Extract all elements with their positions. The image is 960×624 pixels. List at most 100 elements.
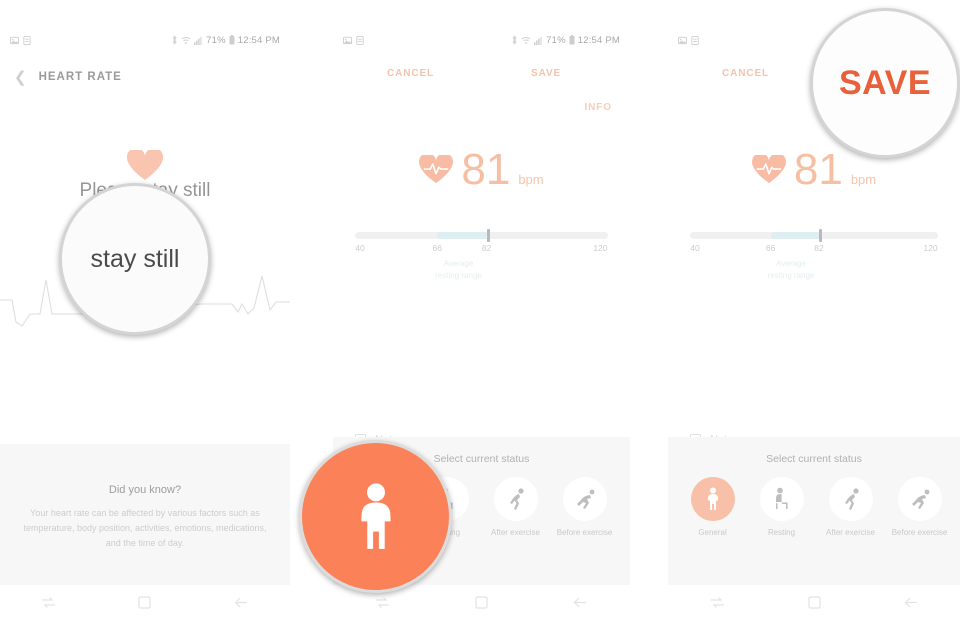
document-icon: [23, 35, 31, 45]
magnifier-stay-still: stay still: [59, 183, 211, 335]
document-icon: [356, 35, 364, 45]
image-icon: [678, 36, 687, 45]
bluetooth-icon: [171, 35, 178, 45]
status-selector-title: Select current status: [766, 453, 862, 465]
heart-rate-reading: 81 bpm 40 66 82 120 Average resting rang…: [668, 145, 960, 446]
status-item-before-exercise[interactable]: Before exercise: [889, 477, 950, 539]
screenshot-stage: 71% 12:54 PM ❮ HEART RATE Please stay st…: [0, 0, 960, 624]
magnifier-general-status[interactable]: [299, 440, 452, 593]
tick-current: 82: [481, 243, 492, 253]
status-bar: 71% 12:54 PM: [0, 32, 290, 48]
resting-range-slider[interactable]: 40 66 82 120 Average resting range: [355, 229, 608, 282]
action-row: CANCEL SAVE INFO: [333, 62, 630, 113]
stretching-person-icon: [844, 488, 859, 510]
tick-current: 82: [814, 243, 824, 253]
info-button[interactable]: INFO: [585, 102, 613, 113]
status-item-after-exercise[interactable]: After exercise: [485, 477, 546, 539]
tick-max: 120: [923, 243, 938, 253]
tick-range-low: 66: [765, 243, 776, 253]
signal-icon: [194, 36, 203, 45]
magnifier-stay-still-label: stay still: [90, 244, 180, 273]
bpm-unit: bpm: [850, 172, 877, 187]
wifi-icon: [521, 36, 531, 45]
status-selector: Select current status General Resting: [668, 437, 960, 585]
did-you-know-title: Did you know?: [108, 484, 182, 496]
home-square-icon[interactable]: [138, 595, 152, 614]
slider-knob[interactable]: [818, 229, 822, 242]
status-item-resting[interactable]: Resting: [751, 477, 812, 539]
back-arrow-icon[interactable]: [234, 596, 249, 614]
navigation-bar: [668, 585, 960, 624]
battery-percent: 71%: [206, 34, 226, 46]
slider-fill-average-range: [437, 232, 488, 239]
heart-pulse-icon: [751, 155, 786, 184]
recents-icon[interactable]: [710, 596, 725, 614]
status-circle: [562, 477, 607, 521]
crouching-person-icon: [911, 489, 929, 509]
status-circle: [759, 477, 804, 521]
image-icon: [10, 36, 19, 45]
status-item-after-exercise[interactable]: After exercise: [820, 477, 881, 539]
heart-rate-reading: 81 bpm 40 66 82 120 Average resting rang…: [333, 145, 630, 446]
average-range-line1: Average: [776, 259, 806, 268]
status-item-label: After exercise: [491, 528, 540, 537]
cancel-button[interactable]: CANCEL: [722, 68, 769, 79]
document-icon: [691, 35, 699, 45]
resting-range-slider[interactable]: 40 66 82 120 Average resting range: [690, 229, 938, 282]
status-circle: [897, 477, 942, 521]
tick-min: 40: [355, 243, 365, 253]
status-bar-time: 12:54 PM: [577, 34, 620, 46]
standing-person-icon: [707, 487, 718, 510]
navigation-bar: [0, 585, 290, 624]
home-square-icon[interactable]: [475, 595, 488, 614]
crouching-person-icon: [576, 489, 594, 509]
average-range-label: Average resting range: [668, 258, 938, 282]
status-bar: 71% 12:54 PM: [333, 32, 630, 48]
average-range-label: Average resting range: [333, 258, 608, 282]
cancel-button[interactable]: CANCEL: [387, 68, 434, 79]
status-item-label: Before exercise: [891, 528, 948, 537]
status-item-label: Resting: [767, 528, 796, 537]
battery-icon: [569, 35, 575, 45]
tick-min: 40: [690, 243, 700, 253]
did-you-know-body: Your heart rate can be affected by vario…: [23, 508, 267, 548]
status-item-before-exercise[interactable]: Before exercise: [554, 477, 615, 539]
bpm-value: 81: [461, 145, 511, 194]
status-item-label: Ti: [623, 528, 630, 539]
app-bar: ❮ HEART RATE: [0, 62, 290, 92]
magnifier-save-button[interactable]: SAVE: [810, 8, 960, 158]
bpm-value: 81: [793, 145, 843, 194]
back-arrow-icon[interactable]: [573, 596, 588, 614]
status-circle: [493, 477, 538, 521]
battery-icon: [229, 35, 235, 45]
image-icon: [343, 36, 352, 45]
slider-fill-average-range: [770, 232, 821, 239]
signal-icon: [534, 36, 543, 45]
page-title: HEART RATE: [38, 71, 122, 83]
battery-percent: 71%: [546, 34, 566, 46]
status-item-label: Before exercise: [556, 528, 613, 537]
tick-range-low: 66: [432, 243, 442, 253]
slider-knob[interactable]: [486, 229, 490, 242]
status-item-label: General: [698, 528, 727, 537]
average-range-line2: resting range: [767, 271, 815, 280]
slider-ticks: 40 66 82 120: [355, 243, 608, 256]
back-arrow-icon[interactable]: [904, 596, 919, 614]
status-item-label: After exercise: [826, 528, 875, 537]
status-item-general[interactable]: General: [682, 477, 743, 539]
status-bar-time: 12:54 PM: [237, 34, 280, 46]
back-chevron-icon[interactable]: ❮: [14, 70, 27, 85]
status-item-tired[interactable]: Ti: [623, 477, 630, 539]
average-range-line2: resting range: [435, 271, 482, 280]
wifi-icon: [181, 36, 191, 45]
save-button[interactable]: SAVE: [531, 68, 561, 79]
magnifier-save-label: SAVE: [838, 63, 932, 102]
pink-heart-icon: [127, 150, 163, 180]
home-square-icon[interactable]: [807, 595, 821, 614]
status-circle: [828, 477, 873, 521]
recents-icon[interactable]: [41, 596, 56, 614]
recents-icon[interactable]: [375, 596, 390, 614]
status-circle: [690, 477, 735, 521]
bpm-unit: bpm: [518, 172, 544, 187]
status-items-row: General Resting After exercise: [668, 477, 960, 539]
